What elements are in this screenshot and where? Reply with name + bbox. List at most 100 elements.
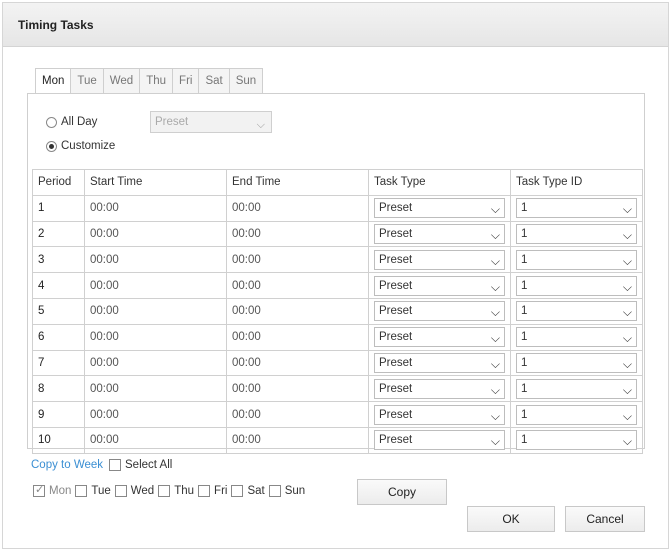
task-type-value: Preset: [379, 227, 413, 240]
end-time-field[interactable]: 00:00: [226, 246, 369, 274]
start-time-field[interactable]: 00:00: [84, 297, 227, 325]
day-checkbox[interactable]: [268, 485, 281, 497]
task-type-select[interactable]: Preset ⌵: [374, 378, 505, 399]
start-time-field[interactable]: 00:00: [84, 426, 227, 454]
chevron-down-icon: ⌵: [490, 434, 500, 449]
end-time-field[interactable]: 00:00: [226, 375, 369, 403]
task-type-id-select[interactable]: 1 ⌵: [516, 378, 637, 399]
task-type-select[interactable]: Preset ⌵: [374, 404, 505, 425]
cancel-button[interactable]: Cancel: [565, 506, 645, 532]
task-type-select[interactable]: Preset ⌵: [374, 327, 505, 348]
tab-fri[interactable]: Fri: [172, 68, 199, 94]
day-checkbox[interactable]: [231, 485, 244, 497]
period-number: 1: [32, 194, 85, 222]
task-type-value: Preset: [379, 331, 413, 344]
task-type-id-value: 1: [521, 279, 528, 292]
task-type-id-cell: 1 ⌵: [510, 246, 643, 274]
end-time-field[interactable]: 00:00: [226, 323, 369, 351]
start-time-field[interactable]: 00:00: [84, 246, 227, 274]
day-checkbox[interactable]: [75, 485, 88, 497]
task-type-select[interactable]: Preset ⌵: [374, 223, 505, 244]
copy-day-tue[interactable]: Tue: [75, 485, 111, 497]
chevron-down-icon: ⌵: [490, 279, 500, 294]
copy-day-sat[interactable]: Sat: [231, 485, 265, 497]
tab-thu[interactable]: Thu: [139, 68, 173, 94]
start-time-field[interactable]: 00:00: [84, 401, 227, 428]
start-time-field[interactable]: 00:00: [84, 349, 227, 377]
ok-button[interactable]: OK: [467, 506, 555, 532]
table-row: 10 00:00 00:00 Preset ⌵ 1 ⌵: [32, 426, 643, 454]
all-day-radio[interactable]: [46, 116, 57, 128]
start-time-field[interactable]: 00:00: [84, 272, 227, 299]
task-type-id-select[interactable]: 1 ⌵: [516, 223, 637, 244]
table-row: 3 00:00 00:00 Preset ⌵ 1 ⌵: [32, 246, 643, 274]
task-type-id-cell: 1 ⌵: [510, 426, 643, 454]
chevron-down-icon: ⌵: [490, 305, 500, 320]
header-start-time: Start Time: [84, 169, 227, 196]
tab-wed[interactable]: Wed: [102, 68, 140, 94]
table-header-row: Period Start Time End Time Task Type Tas…: [32, 169, 643, 196]
chevron-down-icon: ⌵: [622, 253, 632, 268]
period-number: 5: [32, 297, 85, 325]
start-time-field[interactable]: 00:00: [84, 194, 227, 222]
day-checkbox[interactable]: [158, 485, 171, 497]
tab-sun[interactable]: Sun: [228, 68, 264, 94]
start-time-field[interactable]: 00:00: [84, 375, 227, 403]
task-type-id-value: 1: [521, 331, 528, 344]
day-label: Sat: [247, 485, 265, 497]
end-time-field[interactable]: 00:00: [226, 401, 369, 428]
task-type-cell: Preset ⌵: [368, 426, 511, 454]
tab-tue[interactable]: Tue: [70, 68, 103, 94]
table-row: 1 00:00 00:00 Preset ⌵ 1 ⌵: [32, 194, 643, 222]
copy-day-sun[interactable]: Sun: [268, 485, 305, 497]
header-period: Period: [32, 169, 85, 196]
customize-option[interactable]: Customize: [46, 140, 115, 152]
task-type-select[interactable]: Preset ⌵: [374, 352, 505, 373]
task-type-id-select[interactable]: 1 ⌵: [516, 198, 637, 219]
task-type-id-value: 1: [521, 382, 528, 395]
dialog-title: Timing Tasks: [3, 3, 668, 47]
task-type-value: Preset: [379, 305, 413, 318]
chevron-down-icon: ⌵: [490, 356, 500, 371]
customize-label: Customize: [61, 140, 116, 152]
task-type-select[interactable]: Preset ⌵: [374, 198, 505, 219]
copy-day-thu[interactable]: Thu: [158, 485, 194, 497]
task-type-id-select[interactable]: 1 ⌵: [516, 430, 637, 451]
task-type-cell: Preset ⌵: [368, 349, 511, 377]
day-checkbox[interactable]: [114, 485, 127, 497]
end-time-field[interactable]: 00:00: [226, 220, 369, 248]
task-type-id-cell: 1 ⌵: [510, 323, 643, 351]
start-time-field[interactable]: 00:00: [84, 323, 227, 351]
task-type-select[interactable]: Preset ⌵: [374, 249, 505, 270]
copy-button[interactable]: Copy: [357, 479, 447, 505]
period-number: 4: [32, 272, 85, 299]
customize-radio[interactable]: [46, 140, 57, 152]
end-time-field[interactable]: 00:00: [226, 426, 369, 454]
end-time-field[interactable]: 00:00: [226, 349, 369, 377]
all-day-option[interactable]: All Day: [46, 116, 97, 128]
tab-sat[interactable]: Sat: [198, 68, 229, 94]
task-type-id-value: 1: [521, 434, 528, 447]
task-type-id-select[interactable]: 1 ⌵: [516, 327, 637, 348]
copy-day-fri[interactable]: Fri: [198, 485, 227, 497]
task-type-id-cell: 1 ⌵: [510, 194, 643, 222]
task-type-id-select[interactable]: 1 ⌵: [516, 352, 637, 373]
task-type-id-select[interactable]: 1 ⌵: [516, 404, 637, 425]
table-row: 9 00:00 00:00 Preset ⌵ 1 ⌵: [32, 401, 643, 428]
task-type-select[interactable]: Preset ⌵: [374, 301, 505, 322]
task-type-select[interactable]: Preset ⌵: [374, 275, 505, 296]
start-time-field[interactable]: 00:00: [84, 220, 227, 248]
day-checkbox[interactable]: [198, 485, 211, 497]
task-type-id-select[interactable]: 1 ⌵: [516, 275, 637, 296]
select-all-checkbox[interactable]: [109, 459, 122, 471]
task-type-id-value: 1: [521, 253, 528, 266]
end-time-field[interactable]: 00:00: [226, 272, 369, 299]
end-time-field[interactable]: 00:00: [226, 297, 369, 325]
copy-to-week-link[interactable]: Copy to Week: [31, 459, 103, 471]
end-time-field[interactable]: 00:00: [226, 194, 369, 222]
task-type-id-select[interactable]: 1 ⌵: [516, 249, 637, 270]
copy-day-wed[interactable]: Wed: [114, 485, 154, 497]
tab-mon[interactable]: Mon: [35, 68, 71, 95]
task-type-id-select[interactable]: 1 ⌵: [516, 301, 637, 322]
task-type-select[interactable]: Preset ⌵: [374, 430, 505, 451]
